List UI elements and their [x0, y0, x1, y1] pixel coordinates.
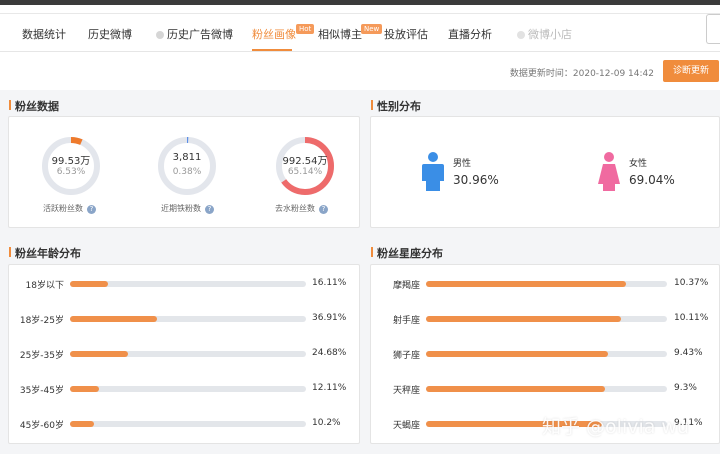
ring-percent: 6.53%	[56, 167, 86, 177]
age-title: 粉丝年龄分布	[9, 247, 81, 260]
tab-live-analysis[interactable]: 直播分析	[448, 26, 492, 42]
watermark: 知乎 @olivia wu	[542, 416, 690, 438]
female-icon	[598, 152, 620, 191]
active-tab-indicator	[252, 49, 292, 51]
age-bar-track	[70, 316, 306, 322]
status-dot-icon	[517, 31, 525, 39]
update-time: 数据更新时间：2020-12-09 14:42	[509, 69, 654, 79]
male-icon	[422, 152, 444, 191]
zodiac-bar-label: 狮子座	[392, 351, 420, 361]
age-bar-fill	[70, 421, 95, 427]
age-bar-track	[70, 281, 306, 287]
zodiac-bar-label: 摩羯座	[392, 281, 420, 291]
age-bar-fill	[70, 351, 129, 357]
age-panel: 18岁以下 16.11% 18岁-25岁 36.91% 25岁-35岁 24.68% 35岁…	[8, 264, 360, 444]
male-icon-body	[422, 164, 444, 191]
zodiac-bar-fill	[426, 316, 621, 322]
zodiac-bar-track	[426, 351, 667, 357]
zodiac-bar-label: 天秤座	[392, 386, 420, 396]
ring-label-active-fans: 活跃粉丝数?	[43, 203, 96, 214]
age-bar-track	[70, 351, 306, 357]
female-icon-body	[598, 164, 620, 191]
female-icon-head	[604, 152, 614, 162]
status-dot-icon	[156, 31, 164, 39]
female-label: 女性	[629, 159, 648, 169]
fans-panel: 99.53万 6.53% 活跃粉丝数? 3,811 0.38% 近期铁粉数? 992.54万…	[8, 116, 360, 228]
zodiac-bar-value: 10.11%	[674, 313, 709, 323]
zodiac-title: 粉丝星座分布	[371, 247, 443, 260]
age-bar-label: 35岁-45岁	[19, 386, 64, 396]
male-icon-head	[428, 152, 438, 162]
tab-weibo-shop[interactable]: 微博小店	[517, 26, 572, 42]
zodiac-bar-value: 9.3%	[674, 383, 697, 393]
ring-label-dewatered-fans: 去水粉丝数?	[275, 203, 328, 214]
tab-history-weibo[interactable]: 历史微博	[88, 26, 132, 42]
age-bar-track	[70, 386, 306, 392]
ring-active-fans: 99.53万 6.53%	[39, 134, 103, 198]
age-bar-label: 18岁-25岁	[19, 316, 64, 326]
help-icon[interactable]: ?	[87, 205, 96, 214]
age-bar-track	[70, 421, 306, 427]
ring-label-recent-iron-fans: 近期铁粉数?	[161, 203, 214, 214]
zodiac-bar-fill	[426, 281, 626, 287]
ring-chart	[158, 137, 216, 195]
ring-dewatered-fans: 992.54万 65.14%	[273, 134, 337, 198]
tab-delivery-eval[interactable]: 投放评估	[384, 26, 428, 42]
diagnose-update-button[interactable]: 诊断更新	[663, 60, 719, 82]
age-bar-fill	[70, 316, 158, 322]
age-bar-label: 18岁以下	[25, 281, 64, 291]
zodiac-bar-track	[426, 281, 667, 287]
age-bar-value: 10.2%	[312, 418, 341, 428]
ring-value: 992.54万	[282, 156, 328, 167]
age-bar-value: 12.11%	[312, 383, 347, 393]
age-bar-fill	[70, 386, 99, 392]
age-bar-label: 25岁-35岁	[19, 351, 64, 361]
help-icon[interactable]: ?	[205, 205, 214, 214]
tab-fan-portrait[interactable]: 粉丝画像	[252, 26, 296, 42]
side-handle[interactable]	[706, 14, 720, 44]
age-bar-value: 24.68%	[312, 348, 347, 358]
age-bar-fill	[70, 281, 109, 287]
ring-label-text: 近期铁粉数	[161, 204, 201, 213]
zodiac-bar-fill	[426, 386, 606, 392]
window-strip	[0, 0, 720, 5]
ring-track	[158, 137, 216, 195]
tab-history-ad-weibo[interactable]: 历史广告微博	[156, 26, 233, 42]
fans-data-title: 粉丝数据	[9, 100, 59, 113]
male-label: 男性	[453, 159, 472, 169]
ring-value: 99.53万	[51, 156, 91, 167]
hot-badge: Hot	[296, 24, 315, 34]
gender-title: 性别分布	[371, 100, 421, 113]
tab-label: 历史广告微博	[167, 28, 233, 41]
zodiac-bar-value: 10.37%	[674, 278, 709, 288]
zodiac-bar-track	[426, 316, 667, 322]
zodiac-bar-track	[426, 386, 667, 392]
tab-label: 微博小店	[528, 28, 572, 41]
zodiac-bar-label: 天蝎座	[392, 421, 420, 431]
age-bar-value: 36.91%	[312, 313, 347, 323]
male-value: 30.96%	[453, 173, 499, 187]
ring-percent: 0.38%	[172, 167, 202, 177]
tab-bar: 数据统计 历史微博 历史广告微博 粉丝画像 Hot 相似博主 New 投放评估 …	[0, 14, 720, 52]
tab-similar-bloggers[interactable]: 相似博主	[318, 26, 362, 42]
new-badge: New	[361, 24, 383, 34]
tab-data-stats[interactable]: 数据统计	[22, 26, 66, 42]
zodiac-bar-label: 射手座	[392, 316, 420, 326]
ring-percent: 65.14%	[287, 167, 323, 177]
age-bar-label: 45岁-60岁	[19, 421, 64, 431]
zodiac-bar-value: 9.43%	[674, 348, 703, 358]
age-bar-value: 16.11%	[312, 278, 347, 288]
top-bar	[0, 0, 720, 14]
update-row: 数据更新时间：2020-12-09 14:42	[0, 52, 720, 90]
female-value: 69.04%	[629, 173, 675, 187]
help-icon[interactable]: ?	[319, 205, 328, 214]
ring-recent-iron-fans: 3,811 0.38%	[155, 134, 219, 198]
gender-panel: 男性 30.96% 女性 69.04%	[370, 116, 720, 228]
ring-label-text: 活跃粉丝数	[43, 204, 83, 213]
zodiac-bar-fill	[426, 351, 608, 357]
ring-label-text: 去水粉丝数	[275, 204, 315, 213]
ring-value: 3,811	[172, 152, 202, 163]
